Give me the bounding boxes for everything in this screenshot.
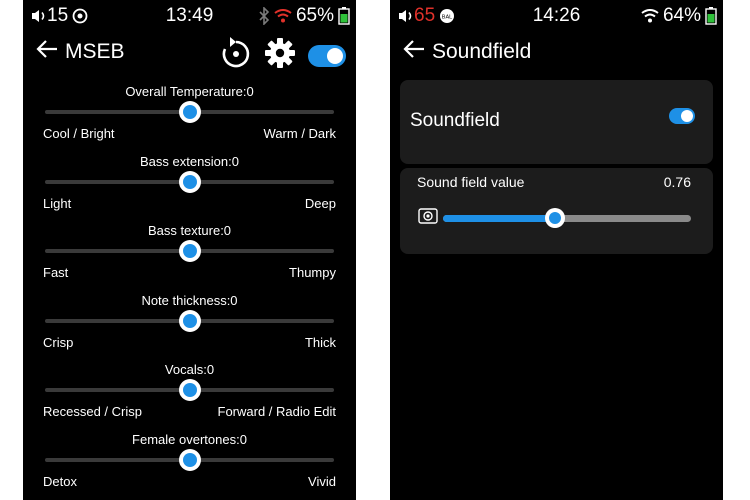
- eq-slider-title: Bass extension:0: [139, 153, 239, 169]
- eq-slider-thumb[interactable]: [178, 240, 201, 262]
- eq-slider-thumb[interactable]: [178, 170, 201, 193]
- status-bar: 65 BAL 14:26 64%: [390, 0, 723, 32]
- gear-icon[interactable]: [264, 37, 296, 74]
- eq-slider-min-label: Recessed / Crisp: [43, 404, 142, 419]
- battery-level: 65%: [295, 5, 334, 26]
- soundfield-card: Soundfield: [400, 80, 713, 164]
- eq-slider-thumb[interactable]: [178, 101, 201, 123]
- mseb-toggle[interactable]: [308, 44, 346, 67]
- battery-level: 64%: [662, 5, 701, 26]
- eq-slider-row: Note thickness:0 Crisp Thick: [23, 289, 356, 359]
- soundfield-label: Soundfield: [410, 110, 500, 131]
- battery-icon: [338, 7, 350, 25]
- back-arrow-icon[interactable]: [35, 38, 59, 65]
- eq-slider-min-label: Cool / Bright: [43, 126, 115, 141]
- eq-slider-title: Bass texture:0: [147, 223, 232, 238]
- eq-slider-row: Bass extension:0 Light Deep: [23, 150, 356, 220]
- eq-slider-max-label: Forward / Radio Edit: [217, 404, 337, 419]
- sound-field-value-label: Sound field value: [417, 174, 525, 190]
- soundfield-screen: 65 BAL 14:26 64% Soundfield Soundfield S…: [390, 0, 723, 500]
- eq-slider-row: Female overtones:0 Detox Vivid: [23, 428, 356, 498]
- eq-slider-min-label: Fast: [43, 265, 69, 280]
- eq-slider-title: Female overtones:0: [132, 431, 247, 447]
- eq-slider-row: Vocals:0 Recessed / Crisp Forward / Radio …: [23, 358, 356, 428]
- eq-slider-row: Overall Temperature:0 Cool / Bright Warm /…: [23, 80, 356, 150]
- reset-icon[interactable]: [220, 36, 252, 75]
- eq-slider-thumb[interactable]: [178, 448, 201, 471]
- eq-slider-max-label: Thick: [304, 334, 336, 350]
- page-title: MSEB: [65, 39, 125, 63]
- sound-field-slider-fill: [443, 215, 555, 222]
- page-title: Soundfield: [432, 39, 532, 63]
- eq-slider-max-label: Warm / Dark: [263, 126, 336, 141]
- sound-field-slider-track[interactable]: [443, 208, 691, 228]
- sound-field-slider-thumb[interactable]: [544, 208, 565, 228]
- eq-slider-title: Overall Temperature:0: [125, 84, 254, 99]
- eq-slider-max-label: Thumpy: [289, 265, 336, 280]
- back-arrow-icon[interactable]: [402, 38, 426, 65]
- sound-field-value-card: Sound field value 0.76: [400, 168, 713, 254]
- eq-slider-max-label: Vivid: [308, 473, 336, 489]
- bluetooth-icon: [258, 7, 270, 25]
- eq-slider-min-label: Light: [43, 195, 72, 211]
- sound-field-value-readout: 0.76: [663, 174, 691, 190]
- eq-slider-thumb[interactable]: [178, 379, 201, 401]
- eq-slider-max-label: Deep: [304, 195, 336, 211]
- eq-slider-row: Bass texture:0 Fast Thumpy: [23, 219, 356, 289]
- eq-slider-thumb[interactable]: [178, 309, 201, 332]
- wifi-icon: [641, 9, 659, 23]
- speaker-icon: [418, 208, 438, 229]
- wifi-icon: [274, 9, 292, 23]
- battery-icon: [705, 7, 717, 25]
- soundfield-toggle[interactable]: [669, 108, 695, 124]
- eq-slider-title: Note thickness:0: [141, 292, 238, 308]
- eq-slider-list: Overall Temperature:0 Cool / Bright Warm /…: [23, 80, 356, 497]
- eq-slider-min-label: Detox: [43, 473, 77, 489]
- eq-slider-title: Vocals:0: [164, 362, 215, 377]
- status-bar: 15 13:49 65%: [23, 0, 356, 32]
- eq-slider-min-label: Crisp: [43, 334, 74, 350]
- mseb-screen: 15 13:49 65% MSEB Overall Temperature:0 …: [23, 0, 356, 500]
